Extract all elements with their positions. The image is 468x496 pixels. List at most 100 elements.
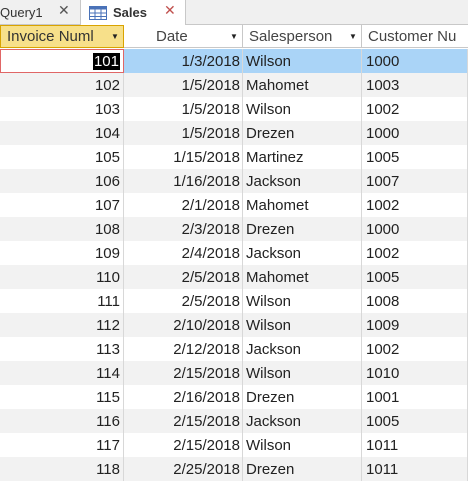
cell-date[interactable]: 1/15/2018 <box>124 145 243 169</box>
cell-invoice-number[interactable]: 107 <box>0 193 124 217</box>
cell-date[interactable]: 2/15/2018 <box>124 361 243 385</box>
cell-customer-number[interactable]: 1005 <box>362 265 468 289</box>
cell-invoice-number[interactable]: 113 <box>0 337 124 361</box>
cell-customer-number[interactable]: 1011 <box>362 433 468 457</box>
cell-salesperson[interactable]: Mahomet <box>243 193 362 217</box>
cell-customer-number[interactable]: 1002 <box>362 241 468 265</box>
cell-salesperson[interactable]: Wilson <box>243 313 362 337</box>
cell-date[interactable]: 1/3/2018 <box>124 49 243 73</box>
table-row[interactable]: 116 2/15/2018 Jackson 1005 <box>0 409 468 433</box>
cell-customer-number[interactable]: 1003 <box>362 73 468 97</box>
cell-invoice-number[interactable]: 112 <box>0 313 124 337</box>
column-header-invoice-number[interactable]: Invoice Numl ▼ <box>0 25 124 48</box>
cell-invoice-number[interactable]: 106 <box>0 169 124 193</box>
cell-date[interactable]: 2/5/2018 <box>124 289 243 313</box>
table-row[interactable]: 115 2/16/2018 Drezen 1001 <box>0 385 468 409</box>
column-header-salesperson[interactable]: Salesperson ▼ <box>243 25 362 48</box>
table-row[interactable]: 118 2/25/2018 Drezen 1011 <box>0 457 468 481</box>
close-icon[interactable]: ✕ <box>164 2 176 19</box>
cell-invoice-number[interactable]: 111 <box>0 289 124 313</box>
cell-date[interactable]: 1/5/2018 <box>124 121 243 145</box>
cell-salesperson[interactable]: Wilson <box>243 361 362 385</box>
cell-customer-number[interactable]: 1008 <box>362 289 468 313</box>
cell-invoice-number[interactable]: 101 <box>0 49 124 73</box>
cell-date[interactable]: 1/5/2018 <box>124 73 243 97</box>
cell-salesperson[interactable]: Drezen <box>243 217 362 241</box>
tab-query1[interactable]: Query1 ✕ <box>0 0 78 24</box>
table-row[interactable]: 101 1/3/2018 Wilson 1000 <box>0 49 468 73</box>
cell-invoice-number[interactable]: 103 <box>0 97 124 121</box>
cell-invoice-number[interactable]: 115 <box>0 385 124 409</box>
cell-salesperson[interactable]: Wilson <box>243 49 362 73</box>
table-row[interactable]: 113 2/12/2018 Jackson 1002 <box>0 337 468 361</box>
table-row[interactable]: 102 1/5/2018 Mahomet 1003 <box>0 73 468 97</box>
cell-customer-number[interactable]: 1002 <box>362 97 468 121</box>
cell-salesperson[interactable]: Wilson <box>243 433 362 457</box>
cell-date[interactable]: 2/12/2018 <box>124 337 243 361</box>
cell-invoice-number[interactable]: 117 <box>0 433 124 457</box>
cell-invoice-number[interactable]: 102 <box>0 73 124 97</box>
table-row[interactable]: 109 2/4/2018 Jackson 1002 <box>0 241 468 265</box>
cell-invoice-number[interactable]: 118 <box>0 457 124 481</box>
cell-salesperson[interactable]: Drezen <box>243 457 362 481</box>
cell-date[interactable]: 2/5/2018 <box>124 265 243 289</box>
cell-invoice-number[interactable]: 109 <box>0 241 124 265</box>
cell-invoice-number[interactable]: 110 <box>0 265 124 289</box>
cell-date[interactable]: 2/16/2018 <box>124 385 243 409</box>
cell-salesperson[interactable]: Drezen <box>243 385 362 409</box>
cell-salesperson[interactable]: Jackson <box>243 337 362 361</box>
cell-salesperson[interactable]: Drezen <box>243 121 362 145</box>
cell-customer-number[interactable]: 1007 <box>362 169 468 193</box>
table-row[interactable]: 107 2/1/2018 Mahomet 1002 <box>0 193 468 217</box>
table-row[interactable]: 104 1/5/2018 Drezen 1000 <box>0 121 468 145</box>
cell-customer-number[interactable]: 1011 <box>362 457 468 481</box>
table-row[interactable]: 111 2/5/2018 Wilson 1008 <box>0 289 468 313</box>
dropdown-arrow-icon[interactable]: ▼ <box>107 32 123 41</box>
table-row[interactable]: 110 2/5/2018 Mahomet 1005 <box>0 265 468 289</box>
cell-date[interactable]: 2/10/2018 <box>124 313 243 337</box>
table-row[interactable]: 108 2/3/2018 Drezen 1000 <box>0 217 468 241</box>
cell-salesperson[interactable]: Jackson <box>243 241 362 265</box>
cell-customer-number[interactable]: 1000 <box>362 49 468 73</box>
dropdown-arrow-icon[interactable]: ▼ <box>345 32 361 41</box>
cell-salesperson[interactable]: Mahomet <box>243 265 362 289</box>
cell-salesperson[interactable]: Jackson <box>243 409 362 433</box>
cell-customer-number[interactable]: 1002 <box>362 337 468 361</box>
table-row[interactable]: 117 2/15/2018 Wilson 1011 <box>0 433 468 457</box>
dropdown-arrow-icon[interactable]: ▼ <box>226 32 242 41</box>
close-icon[interactable]: ✕ <box>58 2 70 19</box>
table-row[interactable]: 103 1/5/2018 Wilson 1002 <box>0 97 468 121</box>
cell-date[interactable]: 2/25/2018 <box>124 457 243 481</box>
cell-customer-number[interactable]: 1005 <box>362 409 468 433</box>
table-row[interactable]: 106 1/16/2018 Jackson 1007 <box>0 169 468 193</box>
cell-customer-number[interactable]: 1010 <box>362 361 468 385</box>
cell-date[interactable]: 1/5/2018 <box>124 97 243 121</box>
cell-date[interactable]: 2/4/2018 <box>124 241 243 265</box>
cell-invoice-number[interactable]: 108 <box>0 217 124 241</box>
cell-date[interactable]: 2/15/2018 <box>124 433 243 457</box>
cell-salesperson[interactable]: Martinez <box>243 145 362 169</box>
tab-sales[interactable]: Sales ✕ <box>80 0 186 25</box>
cell-invoice-number[interactable]: 116 <box>0 409 124 433</box>
cell-invoice-number[interactable]: 105 <box>0 145 124 169</box>
column-header-customer-number[interactable]: Customer Nu <box>362 25 468 48</box>
cell-customer-number[interactable]: 1002 <box>362 193 468 217</box>
cell-date[interactable]: 1/16/2018 <box>124 169 243 193</box>
cell-salesperson[interactable]: Wilson <box>243 97 362 121</box>
cell-customer-number[interactable]: 1000 <box>362 121 468 145</box>
cell-customer-number[interactable]: 1000 <box>362 217 468 241</box>
cell-customer-number[interactable]: 1001 <box>362 385 468 409</box>
cell-customer-number[interactable]: 1005 <box>362 145 468 169</box>
table-row[interactable]: 105 1/15/2018 Martinez 1005 <box>0 145 468 169</box>
table-row[interactable]: 114 2/15/2018 Wilson 1010 <box>0 361 468 385</box>
cell-date[interactable]: 2/1/2018 <box>124 193 243 217</box>
table-row[interactable]: 112 2/10/2018 Wilson 1009 <box>0 313 468 337</box>
cell-invoice-number[interactable]: 114 <box>0 361 124 385</box>
cell-salesperson[interactable]: Mahomet <box>243 73 362 97</box>
cell-salesperson[interactable]: Jackson <box>243 169 362 193</box>
cell-invoice-number[interactable]: 104 <box>0 121 124 145</box>
cell-date[interactable]: 2/15/2018 <box>124 409 243 433</box>
cell-date[interactable]: 2/3/2018 <box>124 217 243 241</box>
cell-customer-number[interactable]: 1009 <box>362 313 468 337</box>
column-header-date[interactable]: Date ▼ <box>124 25 243 48</box>
